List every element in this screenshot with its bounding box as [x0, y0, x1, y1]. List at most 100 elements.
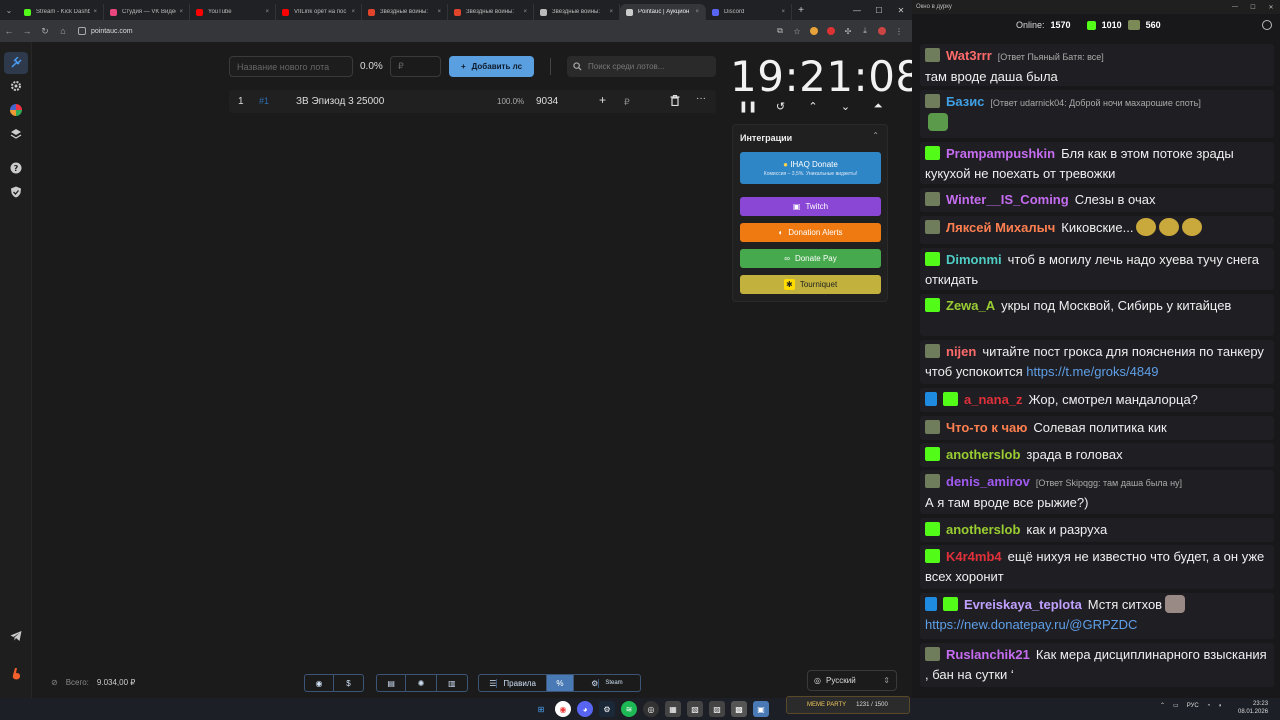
close-icon[interactable]: × [781, 9, 785, 15]
steam-icon[interactable]: ⚙ [599, 701, 615, 717]
chat-username[interactable]: K4r4mb4 [946, 549, 1002, 564]
chat-username[interactable]: Базис [946, 94, 984, 109]
settings-icon[interactable] [1262, 20, 1272, 30]
delete-all-icon[interactable]: ▥ [437, 675, 467, 691]
lot-amount[interactable]: 9034 [536, 96, 558, 107]
help-icon[interactable]: ? [8, 160, 24, 176]
layers-icon[interactable] [8, 126, 24, 142]
new-lot-input[interactable]: Название нового лота [229, 56, 353, 77]
trash-icon[interactable] [670, 94, 680, 109]
lot-currency-input[interactable]: ₽ [624, 97, 630, 108]
wheel-icon[interactable] [8, 102, 24, 118]
start-icon[interactable]: ⊞ [533, 701, 549, 717]
cast-icon[interactable]: ⧉ [773, 24, 787, 38]
close-icon[interactable]: × [265, 9, 269, 15]
app-icon[interactable]: ▩ [731, 701, 747, 717]
chat-username[interactable]: a_nana_z [964, 392, 1023, 407]
wifi-icon[interactable]: ◔ [1207, 703, 1211, 709]
download-icon[interactable]: ⤓ [858, 24, 872, 38]
auction-icon[interactable] [4, 52, 28, 74]
tourniquet-button[interactable]: ✱ Tourniquet [740, 275, 881, 294]
chat-username[interactable]: Что-то к чаю [946, 420, 1027, 435]
profile-icon[interactable] [875, 24, 889, 38]
forward-icon[interactable]: → [18, 26, 36, 36]
pause-icon[interactable]: ❚❚ [738, 100, 758, 113]
chat-username[interactable]: anotherslob [946, 522, 1020, 537]
extension-icon[interactable] [807, 24, 821, 38]
telegram-icon[interactable] [8, 628, 24, 644]
reload-icon[interactable]: ↻ [36, 26, 54, 37]
chevron-up-icon[interactable]: ⌃ [1160, 702, 1165, 709]
minimize-icon[interactable]: — [846, 6, 868, 15]
lot-search-input[interactable]: Поиск среди лотов... [567, 56, 716, 77]
maximize-icon[interactable]: ☐ [1244, 4, 1262, 11]
chevron-down-icon[interactable]: ⌄ [836, 100, 856, 113]
close-icon[interactable]: × [523, 9, 527, 15]
browser-tab-active[interactable]: Pointauc | Аукцион × [620, 4, 706, 20]
chrome-icon[interactable]: ◉ [555, 701, 571, 717]
lot-name[interactable]: ЗВ Эпизод 3 25000 [296, 96, 384, 107]
app-icon[interactable]: ▨ [709, 701, 725, 717]
chat-username[interactable]: Ruslanchik21 [946, 647, 1030, 662]
chat-username[interactable]: Evreiskaya_teplota [964, 597, 1082, 612]
chevron-up-icon[interactable]: ⌃ [803, 100, 823, 113]
browser-tab[interactable]: Студия — VK Видео × [104, 4, 190, 20]
visibility-off-icon[interactable]: ⊘ [51, 678, 58, 687]
browser-tab[interactable]: YouTube × [190, 4, 276, 20]
bug-icon[interactable]: ✺ [406, 675, 437, 691]
close-icon[interactable]: × [93, 9, 97, 15]
close-icon[interactable]: × [695, 9, 699, 15]
new-tab-button[interactable]: + [792, 5, 810, 16]
reset-icon[interactable]: ↺ [771, 100, 791, 113]
network-icon[interactable]: ▭ [1173, 702, 1179, 709]
dollar-icon[interactable]: $ [334, 675, 363, 691]
maximize-icon[interactable]: ☐ [868, 6, 890, 15]
chat-username[interactable]: anotherslob [946, 447, 1020, 462]
app-icon[interactable]: ▧ [687, 701, 703, 717]
close-icon[interactable]: × [437, 9, 441, 15]
twitch-button[interactable]: ▣ Twitch [740, 197, 881, 216]
amount-input[interactable]: ₽ [390, 56, 441, 77]
donation-alerts-button[interactable]: ◐ Donation Alerts [740, 223, 881, 242]
home-icon[interactable]: ⌂ [54, 26, 72, 36]
spotify-icon[interactable]: ≋ [621, 701, 637, 717]
chat-username[interactable]: Dimonmi [946, 252, 1002, 267]
chat-username[interactable]: Ляксей Михалыч [946, 220, 1055, 235]
url-field[interactable]: pointauc.com [78, 27, 133, 35]
boosty-icon[interactable] [8, 666, 24, 682]
chat-username[interactable]: Wat3rrr [946, 48, 992, 63]
back-icon[interactable]: ← [0, 26, 18, 36]
menu-icon[interactable]: ⋮ [892, 24, 906, 38]
browser-tab[interactable]: Stream - Kick Dashbo × [18, 4, 104, 20]
close-icon[interactable]: × [179, 9, 183, 15]
puzzle-icon[interactable]: ✣ [841, 24, 855, 38]
chat-username[interactable]: nijen [946, 344, 976, 359]
chat-username[interactable]: Prampampushkin [946, 146, 1055, 161]
github-icon[interactable]: ◉ [305, 675, 335, 691]
collapse-icon[interactable]: ⌃ [872, 131, 879, 140]
close-icon[interactable]: ✕ [890, 6, 912, 15]
discord-icon[interactable]: ◕ [577, 701, 593, 717]
clock[interactable]: 23:23 08.01.2026 [1238, 700, 1268, 716]
chat-username[interactable]: denis_amirov [946, 474, 1030, 489]
chat-link[interactable]: https://t.me/groks/4849 [1026, 364, 1158, 379]
language-indicator[interactable]: РУС [1187, 703, 1199, 709]
add-lot-button[interactable]: + Добавить лс [449, 56, 534, 77]
browser-tab[interactable]: Звёздные войны: × [448, 4, 534, 20]
site-info-icon[interactable] [78, 27, 86, 35]
star-icon[interactable]: ☆ [790, 24, 804, 38]
save-icon[interactable]: ▤ [377, 675, 407, 691]
donate-pay-button[interactable]: ∞ Donate Pay [740, 249, 881, 268]
steam-button[interactable]: ⚙ Steam [574, 675, 640, 691]
app-icon[interactable]: ▣ [753, 701, 769, 717]
settings-icon[interactable] [8, 78, 24, 94]
obs-icon[interactable]: ◎ [643, 701, 659, 717]
more-icon[interactable]: ··· [696, 93, 706, 104]
chat-username[interactable]: Zewa_A [946, 298, 995, 313]
double-chevron-up-icon[interactable]: ⏶ [868, 100, 888, 113]
app-icon[interactable]: ▦ [665, 701, 681, 717]
browser-tab[interactable]: Звёздные войны: × [362, 4, 448, 20]
percent-toggle[interactable]: % [547, 675, 574, 691]
add-amount-icon[interactable]: + [599, 93, 606, 107]
rules-button[interactable]: ☰ Правила [479, 675, 548, 691]
